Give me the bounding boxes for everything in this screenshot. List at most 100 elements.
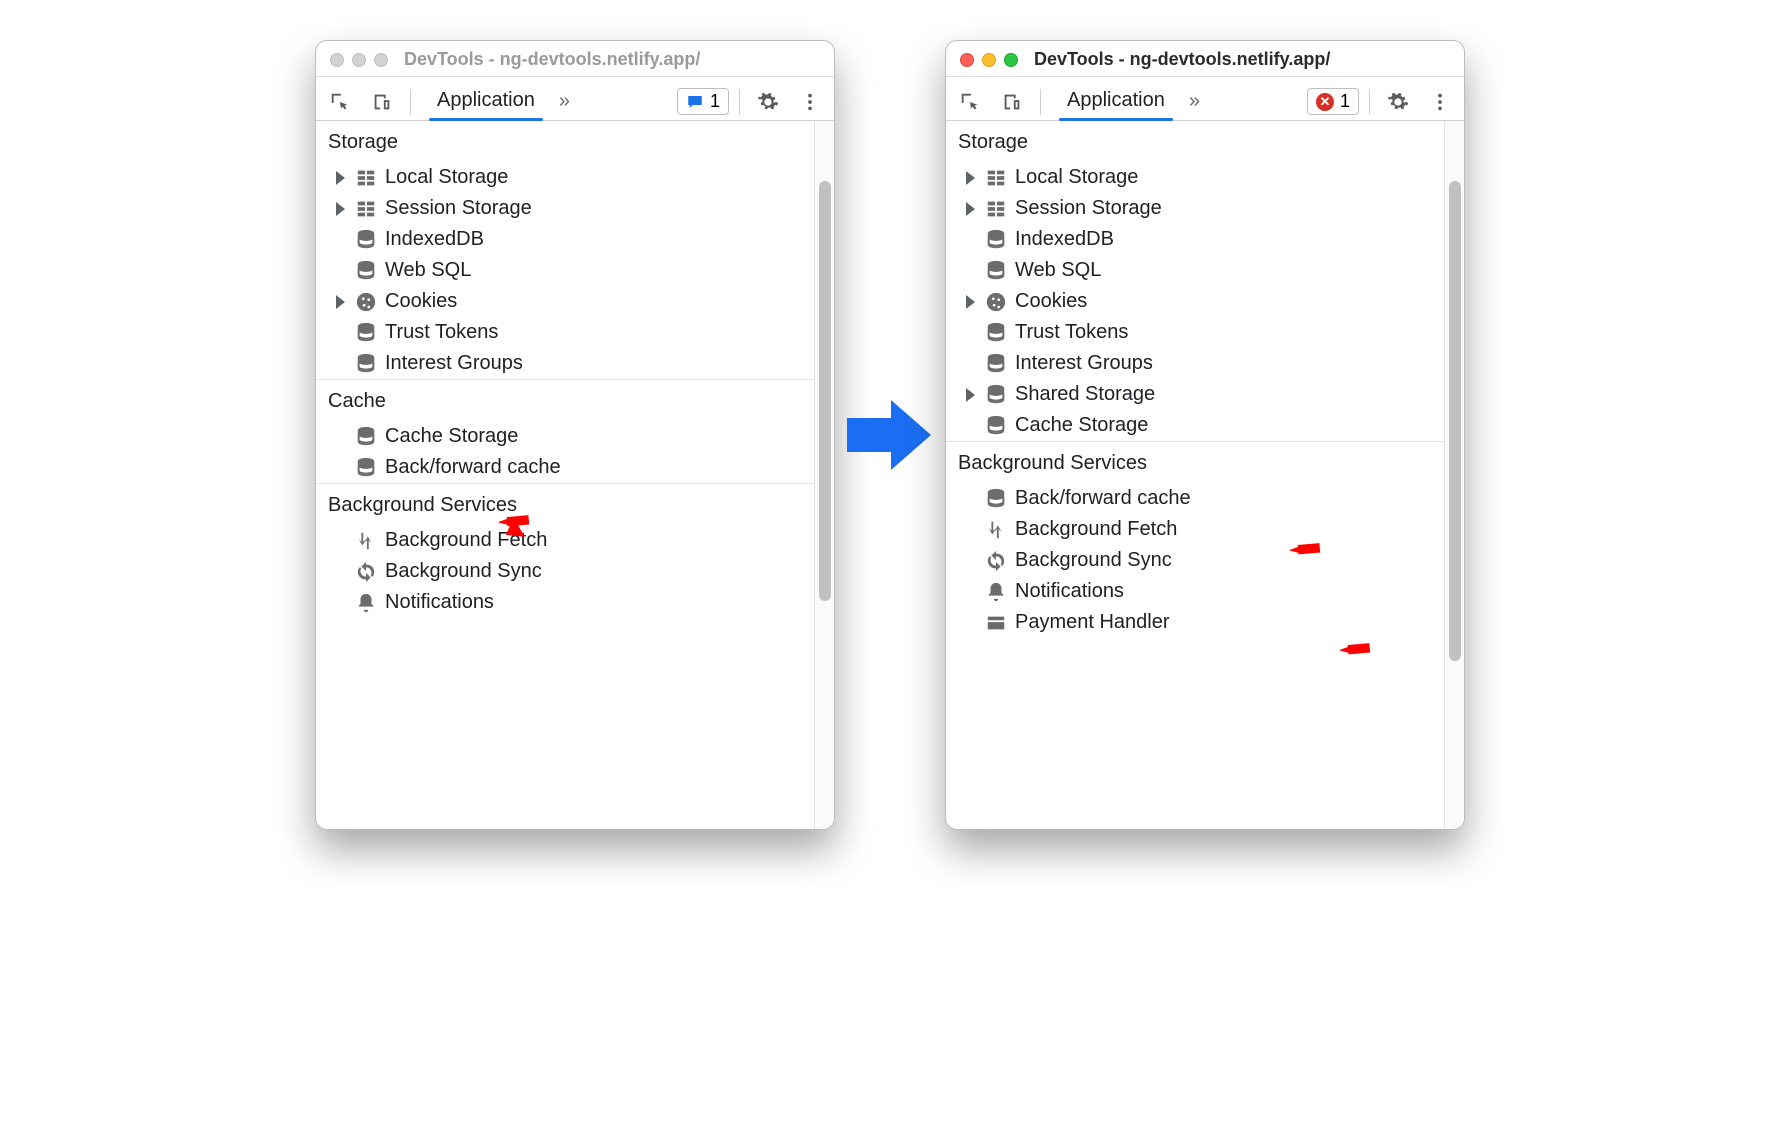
sidebar-item[interactable]: Trust Tokens: [946, 317, 1444, 348]
sidebar-item[interactable]: Background Sync: [316, 556, 814, 587]
table-icon: [355, 198, 377, 220]
kebab-menu-button[interactable]: [1422, 85, 1458, 119]
scrollbar-thumb[interactable]: [819, 181, 831, 601]
sidebar-item[interactable]: Interest Groups: [316, 348, 814, 379]
scrollbar-thumb[interactable]: [1449, 181, 1461, 661]
sidebar-item[interactable]: Session Storage: [946, 193, 1444, 224]
window-titlebar: DevTools - ng-devtools.netlify.app/: [946, 41, 1464, 77]
devtools-toolbar: Application » ✕ 1: [946, 77, 1464, 121]
db-icon: [985, 415, 1007, 437]
sidebar-item[interactable]: Background Sync: [946, 545, 1444, 576]
db-icon: [985, 353, 1007, 375]
cookie-icon: [985, 291, 1007, 313]
sidebar-item-label: Web SQL: [385, 259, 471, 282]
more-tabs-button[interactable]: »: [555, 90, 574, 113]
scrollbar[interactable]: [1444, 121, 1464, 829]
sidebar-item[interactable]: Payment Handler: [946, 607, 1444, 638]
tab-application[interactable]: Application: [427, 83, 545, 120]
db-icon: [355, 353, 377, 375]
zoom-dot[interactable]: [374, 53, 388, 67]
db-icon: [355, 457, 377, 479]
window-title: DevTools - ng-devtools.netlify.app/: [404, 49, 700, 70]
window-title: DevTools - ng-devtools.netlify.app/: [1034, 49, 1330, 70]
disclosure-triangle-icon[interactable]: [966, 295, 975, 309]
close-dot[interactable]: [960, 53, 974, 67]
device-toolbar-button[interactable]: [364, 85, 400, 119]
sidebar-item[interactable]: Cache Storage: [316, 421, 814, 452]
sidebar-item[interactable]: Web SQL: [946, 255, 1444, 286]
disclosure-triangle-icon[interactable]: [966, 388, 975, 402]
sidebar-item[interactable]: Cache Storage: [946, 410, 1444, 441]
sidebar-item[interactable]: IndexedDB: [316, 224, 814, 255]
zoom-dot[interactable]: [1004, 53, 1018, 67]
kebab-menu-button[interactable]: [792, 85, 828, 119]
db-icon: [355, 229, 377, 251]
sidebar-item-label: Interest Groups: [1015, 352, 1153, 375]
disclosure-triangle-icon[interactable]: [336, 202, 345, 216]
sidebar-item[interactable]: Notifications: [946, 576, 1444, 607]
sidebar-item-label: Cookies: [1015, 290, 1087, 313]
sidebar-item[interactable]: Back/forward cache: [946, 483, 1444, 514]
tab-application[interactable]: Application: [1057, 83, 1175, 120]
sidebar-item-label: Cache Storage: [385, 425, 518, 448]
sidebar-item-label: Back/forward cache: [1015, 487, 1191, 510]
minimize-dot[interactable]: [352, 53, 366, 67]
disclosure-triangle-icon[interactable]: [336, 295, 345, 309]
sidebar-item[interactable]: Notifications: [316, 587, 814, 618]
sidebar-item[interactable]: Web SQL: [316, 255, 814, 286]
db-icon: [985, 384, 1007, 406]
sidebar-item[interactable]: IndexedDB: [946, 224, 1444, 255]
badge-count: 1: [1340, 91, 1350, 112]
sidebar-item-label: Background Sync: [1015, 549, 1172, 572]
table-icon: [985, 198, 1007, 220]
sidebar-item[interactable]: Cookies: [316, 286, 814, 317]
traffic-lights[interactable]: [330, 53, 388, 67]
traffic-lights[interactable]: [960, 53, 1018, 67]
device-toolbar-button[interactable]: [994, 85, 1030, 119]
db-icon: [985, 322, 1007, 344]
card-icon: [985, 612, 1007, 634]
devtools-window-before: DevTools - ng-devtools.netlify.app/ Appl…: [315, 40, 835, 830]
minimize-dot[interactable]: [982, 53, 996, 67]
sidebar-item[interactable]: Trust Tokens: [316, 317, 814, 348]
table-icon: [355, 167, 377, 189]
cookie-icon: [355, 291, 377, 313]
scrollbar[interactable]: [814, 121, 834, 829]
more-tabs-button[interactable]: »: [1185, 90, 1204, 113]
application-sidebar[interactable]: StorageLocal Storage Session Storage Index…: [946, 121, 1444, 829]
settings-button[interactable]: [750, 85, 786, 119]
bell-icon: [355, 592, 377, 614]
close-dot[interactable]: [330, 53, 344, 67]
sidebar-item[interactable]: Session Storage: [316, 193, 814, 224]
sidebar-item[interactable]: Background Fetch: [946, 514, 1444, 545]
inspect-element-button[interactable]: [952, 85, 988, 119]
sidebar-item-label: Payment Handler: [1015, 611, 1170, 634]
disclosure-triangle-icon[interactable]: [336, 171, 345, 185]
section-title: Storage: [946, 127, 1444, 162]
sidebar-item-label: Session Storage: [1015, 197, 1162, 220]
sidebar-item[interactable]: Local Storage: [946, 162, 1444, 193]
sidebar-item[interactable]: Local Storage: [316, 162, 814, 193]
sidebar-item-label: IndexedDB: [1015, 228, 1114, 251]
sidebar-item-label: Local Storage: [385, 166, 508, 189]
console-messages-badge[interactable]: 1: [677, 88, 729, 115]
sidebar-item[interactable]: Cookies: [946, 286, 1444, 317]
sidebar-item[interactable]: Background Fetch: [316, 525, 814, 556]
sidebar-item-label: Trust Tokens: [385, 321, 498, 344]
disclosure-triangle-icon[interactable]: [966, 171, 975, 185]
sidebar-item[interactable]: Shared Storage: [946, 379, 1444, 410]
sidebar-item[interactable]: Interest Groups: [946, 348, 1444, 379]
sidebar-item-label: Background Fetch: [1015, 518, 1177, 541]
window-titlebar: DevTools - ng-devtools.netlify.app/: [316, 41, 834, 77]
section-title: Background Services: [316, 483, 814, 525]
separator: [1369, 89, 1370, 115]
sidebar-item[interactable]: Back/forward cache: [316, 452, 814, 483]
settings-button[interactable]: [1380, 85, 1416, 119]
application-sidebar[interactable]: StorageLocal StorageSession StorageIndex…: [316, 121, 814, 829]
console-errors-badge[interactable]: ✕ 1: [1307, 88, 1359, 115]
disclosure-triangle-icon[interactable]: [966, 202, 975, 216]
inspect-element-button[interactable]: [322, 85, 358, 119]
sidebar-item-label: Cookies: [385, 290, 457, 313]
separator: [739, 89, 740, 115]
sidebar-item-label: Background Sync: [385, 560, 542, 583]
